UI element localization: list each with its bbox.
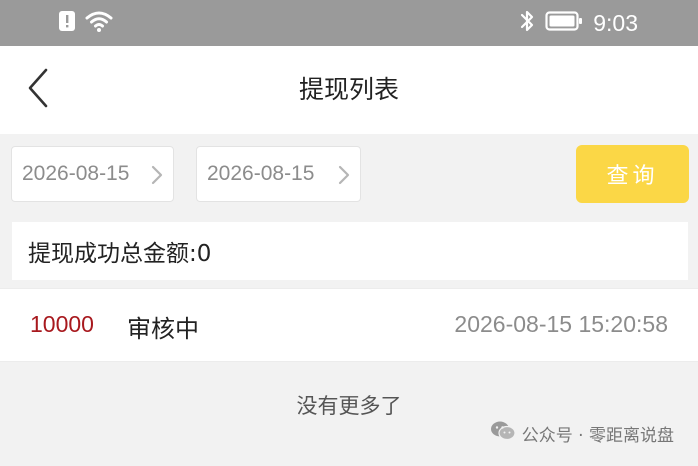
summary-text: 提现成功总金额:0: [28, 241, 212, 267]
filter-row: 2026-08-15 2026-08-15 查询: [0, 134, 698, 216]
record-time: 2026-08-15 15:20:58: [454, 311, 668, 337]
total-amount-summary: 提现成功总金额:0: [12, 222, 688, 280]
wechat-icon: [490, 420, 516, 447]
watermark: 公众号 · 零距离说盘: [490, 420, 674, 447]
chevron-right-icon: [151, 165, 163, 189]
record-status: 审核中: [127, 315, 199, 343]
page-title: 提现列表: [298, 75, 399, 104]
battery-icon: [545, 10, 583, 36]
watermark-text: 公众号 · 零距离说盘: [521, 426, 674, 446]
chevron-right-icon: [338, 165, 350, 189]
start-date-value: 2026-08-15: [22, 162, 130, 185]
end-date-picker[interactable]: 2026-08-15: [196, 146, 361, 202]
start-date-picker[interactable]: 2026-08-15: [11, 146, 174, 202]
list-item[interactable]: 10000 审核中 2026-08-15 15:20:58: [0, 288, 698, 362]
no-more-label: 没有更多了: [296, 394, 402, 418]
wifi-icon: [84, 9, 114, 37]
end-date-value: 2026-08-15: [207, 162, 315, 185]
status-time: 9:03: [593, 10, 638, 36]
record-amount: 10000: [30, 311, 94, 337]
alert-icon: [58, 10, 76, 36]
status-right-icons: 9:03: [519, 8, 638, 38]
bluetooth-icon: [519, 8, 535, 38]
nav-bar: 提现列表: [0, 46, 698, 134]
status-bar: 9:03: [0, 0, 698, 46]
status-left-icons: [58, 9, 114, 37]
search-button[interactable]: 查询: [576, 145, 689, 203]
